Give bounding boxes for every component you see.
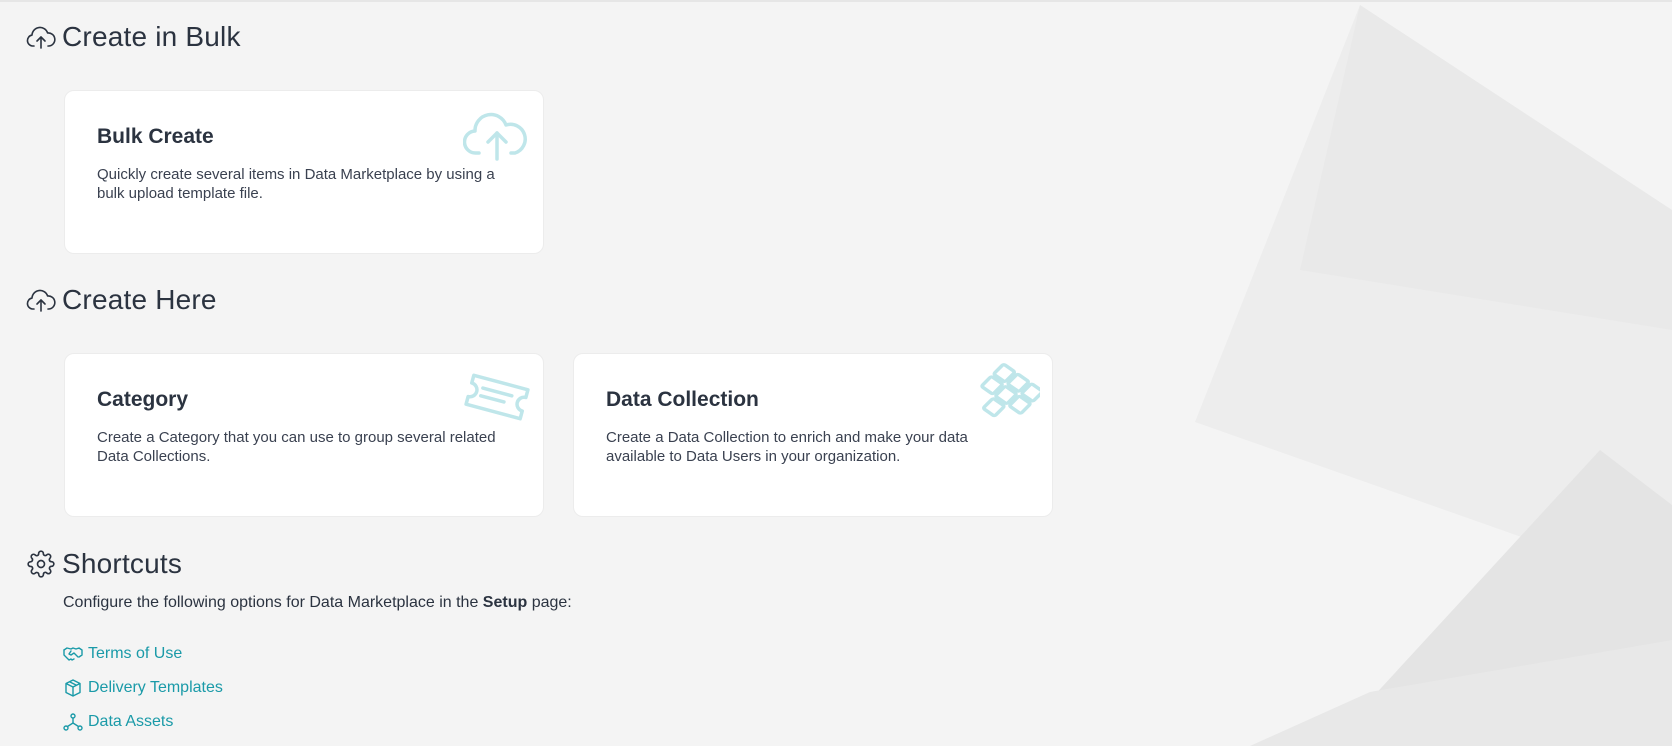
card-description: Quickly create several items in Data Mar…	[97, 166, 495, 202]
section-shortcuts: Shortcuts	[26, 548, 182, 580]
card-bulk-create[interactable]: Bulk Create Quickly create several items…	[64, 90, 544, 254]
card-data-collection[interactable]: Data Collection Create a Data Collection…	[573, 353, 1053, 517]
card-title: Category	[97, 388, 189, 411]
shortcuts-description: Configure the following options for Data…	[63, 594, 572, 612]
link-delivery-templates[interactable]: Delivery Templates	[63, 679, 223, 697]
card-description: Create a Category that you can use to gr…	[97, 429, 496, 465]
cloud-upload-icon	[462, 103, 531, 165]
card-description: Create a Data Collection to enrich and m…	[606, 429, 968, 465]
section-title: Create in Bulk	[62, 21, 241, 52]
top-divider	[0, 0, 1672, 2]
link-data-assets[interactable]: Data Assets	[63, 713, 173, 731]
grid-stack-icon	[972, 360, 1044, 422]
gear-icon	[26, 549, 56, 579]
cloud-upload-icon	[26, 22, 56, 52]
link-label: Terms of Use	[88, 645, 183, 662]
card-category[interactable]: Category Create a Category that you can …	[64, 353, 544, 517]
link-label: Delivery Templates	[88, 679, 223, 696]
ticket-icon	[463, 366, 531, 428]
handshake-icon	[63, 645, 83, 663]
section-title: Create Here	[62, 284, 217, 315]
cloud-upload-icon	[26, 285, 56, 315]
card-title: Data Collection	[606, 388, 759, 411]
desc-text: page:	[527, 594, 572, 611]
card-title: Bulk Create	[97, 125, 214, 148]
nodes-icon	[63, 713, 83, 731]
section-create-here: Create Here	[26, 284, 217, 316]
section-create-in-bulk: Create in Bulk	[26, 21, 241, 53]
setup-bold-text: Setup	[482, 594, 528, 611]
package-icon	[63, 679, 83, 697]
link-terms-of-use[interactable]: Terms of Use	[63, 645, 182, 663]
desc-text: Configure the following options for Data…	[63, 594, 483, 611]
section-title: Shortcuts	[62, 548, 183, 579]
link-label: Data Assets	[88, 713, 174, 730]
